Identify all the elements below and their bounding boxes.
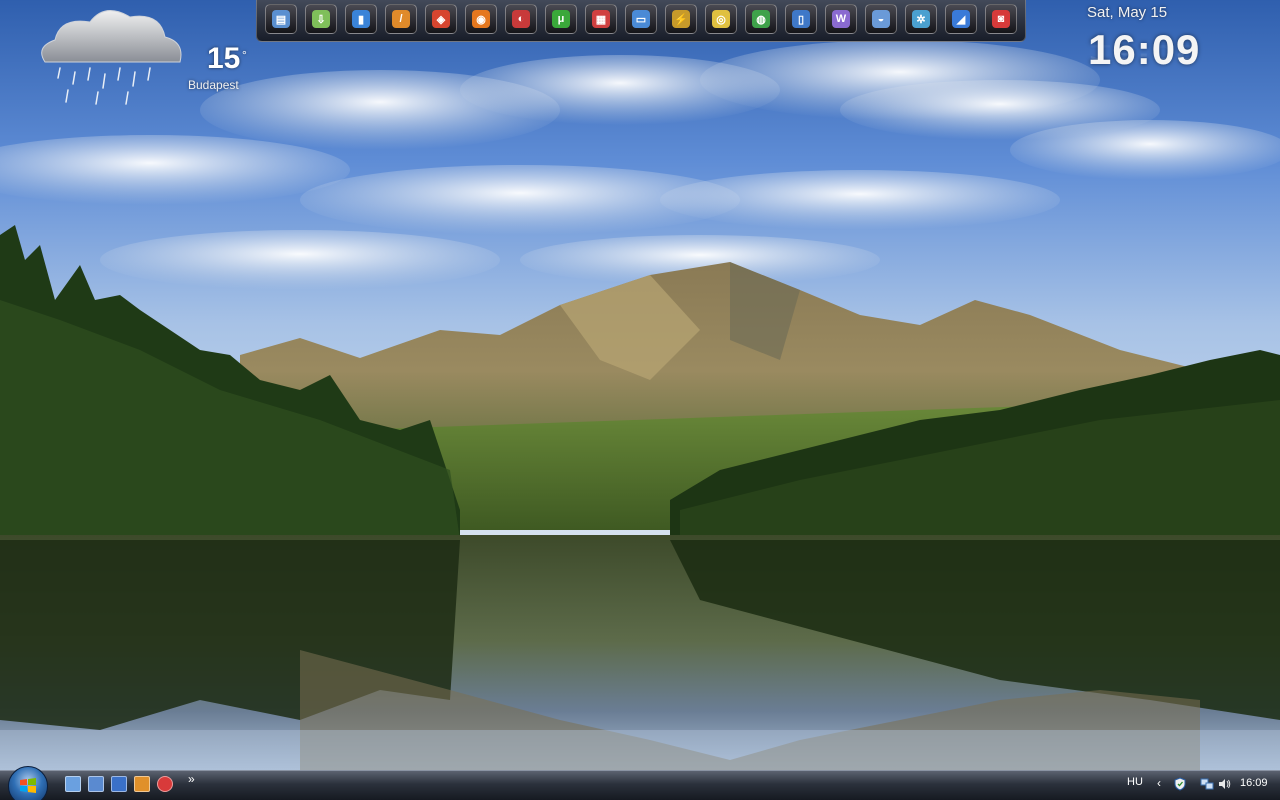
phone-glyph: ▯ — [792, 10, 810, 28]
clock-time-reflection: 16:09 — [1088, 40, 1201, 66]
calendar-glyph: ▦ — [592, 10, 610, 28]
show-hidden-icons-button[interactable]: ‹ — [1157, 776, 1161, 790]
winamp-icon[interactable]: ⚡ — [665, 4, 697, 34]
blue-app-icon[interactable]: ▮ — [345, 4, 377, 34]
downloader-icon[interactable]: ⇩ — [305, 4, 337, 34]
orange-app-icon[interactable] — [134, 776, 150, 792]
flash-tool-icon[interactable]: / — [385, 4, 417, 34]
firefox-icon[interactable]: ◉ — [465, 4, 497, 34]
clock-date: Sat, May 15 — [1087, 4, 1168, 21]
show-desktop-icon[interactable] — [65, 776, 81, 792]
utorrent-glyph: μ — [552, 10, 570, 28]
firefox-glyph: ◉ — [472, 10, 490, 28]
network-icon[interactable] — [1200, 777, 1214, 791]
satellite-icon[interactable]: ◢ — [945, 4, 977, 34]
weather-city: Budapest — [188, 78, 239, 92]
blue-app-glyph: ▮ — [352, 10, 370, 28]
computer-icon[interactable]: ▤ — [265, 4, 297, 34]
wiki-glyph: W — [832, 10, 850, 28]
photo-app-icon[interactable]: ◈ — [425, 4, 457, 34]
calendar-icon[interactable]: ▦ — [585, 4, 617, 34]
disc-burner-glyph: ◎ — [712, 10, 730, 28]
wallpaper-image — [0, 0, 1280, 770]
security-app-icon[interactable]: ◐ — [505, 4, 537, 34]
downloader-glyph: ⇩ — [312, 10, 330, 28]
phone-icon[interactable]: ▯ — [785, 4, 817, 34]
flash-tool-glyph: / — [392, 10, 410, 28]
satellite-glyph: ◢ — [952, 10, 970, 28]
save-disk-icon[interactable] — [111, 776, 127, 792]
volume-icon[interactable] — [1217, 777, 1231, 791]
robot-glyph: ◙ — [992, 10, 1010, 28]
switch-windows-icon[interactable] — [88, 776, 104, 792]
disc-burner-icon[interactable]: ◎ — [705, 4, 737, 34]
weather-gadget[interactable]: 15 ° Budapest — [30, 2, 247, 107]
opera-icon[interactable] — [157, 776, 173, 792]
weather-degree-symbol: ° — [242, 48, 247, 62]
window-app-glyph: ▭ — [632, 10, 650, 28]
chrome-icon[interactable]: ◍ — [745, 4, 777, 34]
wiki-icon[interactable]: W — [825, 4, 857, 34]
dock-bar: ▤ ⇩ ▮ / ◈ ◉ ◐ μ ▦ ▭ ⚡ ◎ ◍ ▯ W ◒ ✲ ◢ ◙ — [256, 0, 1026, 42]
windows-logo-icon — [20, 778, 36, 793]
robot-icon[interactable]: ◙ — [985, 4, 1017, 34]
disc-drive-icon[interactable]: ◒ — [865, 4, 897, 34]
computer-glyph: ▤ — [272, 10, 290, 28]
rain-cloud-icon — [41, 10, 182, 105]
language-indicator[interactable]: HU — [1127, 776, 1143, 788]
utorrent-icon[interactable]: μ — [545, 4, 577, 34]
photo-app-glyph: ◈ — [432, 10, 450, 28]
winamp-glyph: ⚡ — [672, 10, 690, 28]
start-button[interactable] — [8, 766, 48, 800]
desktop: 15 ° Budapest ▤ ⇩ ▮ / ◈ ◉ ◐ μ ▦ ▭ ⚡ ◎ ◍ ▯ W ◒ ✲ ◢ ◙ Sat, M… — [0, 0, 1280, 800]
window-app-icon[interactable]: ▭ — [625, 4, 657, 34]
shield-icon[interactable] — [1173, 777, 1187, 791]
weather-temperature: 15 — [207, 42, 241, 75]
settings-gears-glyph: ✲ — [912, 10, 930, 28]
quick-launch-more-button[interactable]: » — [188, 772, 195, 786]
chrome-glyph: ◍ — [752, 10, 770, 28]
settings-gears-icon[interactable]: ✲ — [905, 4, 937, 34]
tray-clock[interactable]: 16:09 — [1240, 777, 1268, 789]
security-app-glyph: ◐ — [512, 10, 530, 28]
disc-drive-glyph: ◒ — [872, 10, 890, 28]
